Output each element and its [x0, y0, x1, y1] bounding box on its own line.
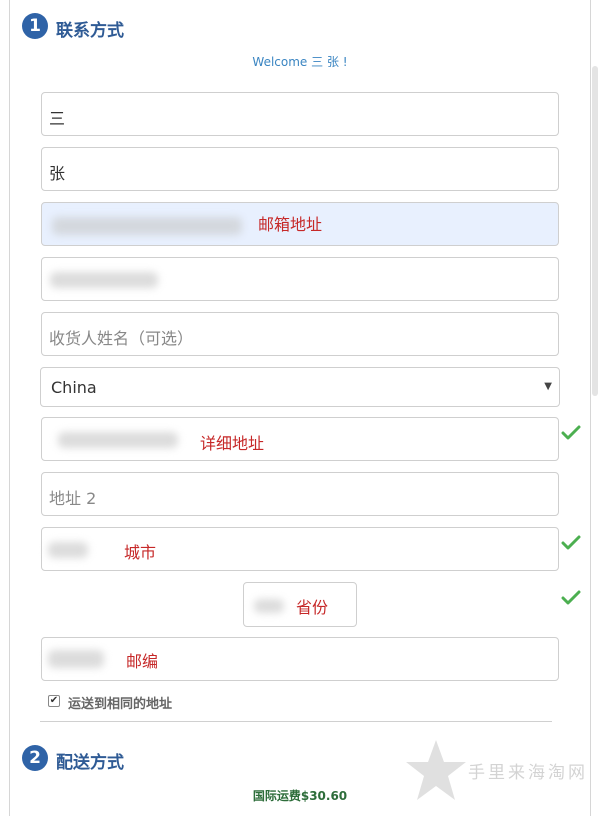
watermark: 手里来海淘网: [398, 738, 598, 808]
checkmark-icon: [561, 425, 581, 440]
phone-field[interactable]: [41, 257, 559, 301]
zip-code-field[interactable]: 邮编: [41, 637, 559, 681]
step-2-badge: 2: [22, 745, 48, 771]
last-name-field[interactable]: 张: [41, 147, 559, 191]
step-1-badge: 1: [22, 13, 48, 39]
welcome-message: Welcome 三 张 !: [252, 55, 348, 69]
contact-section-title: 联系方式: [56, 21, 124, 41]
city-note: 城市: [124, 543, 157, 562]
frame-left-border: [9, 0, 10, 816]
recipient-name-placeholder: 收货人姓名（可选）: [49, 329, 194, 348]
star-icon: [406, 740, 466, 800]
watermark-text: 手里来海淘网: [468, 763, 588, 783]
recipient-name-field[interactable]: 收货人姓名（可选）: [41, 312, 559, 356]
province-redacted: [254, 599, 284, 613]
address-note: 详细地址: [200, 434, 265, 453]
province-note: 省份: [296, 598, 329, 617]
checkmark-icon: [561, 590, 581, 605]
city-field[interactable]: 城市: [41, 527, 559, 571]
email-note: 邮箱地址: [258, 215, 323, 234]
city-redacted: [48, 542, 88, 558]
same-address-checkbox[interactable]: ✔: [48, 695, 60, 707]
address-line1-field[interactable]: 详细地址: [41, 417, 559, 461]
email-field[interactable]: 邮箱地址: [41, 202, 559, 246]
address-line2-placeholder: 地址 2: [49, 489, 97, 508]
frame-right-border: [590, 0, 591, 816]
same-address-label: 运送到相同的地址: [68, 697, 173, 712]
last-name-value: 张: [49, 164, 66, 183]
country-select[interactable]: China ▼: [40, 367, 560, 407]
checkout-page: 1 联系方式 Welcome 三 张 ! 三 张 邮箱地址 收货人姓名（可选） …: [0, 0, 600, 816]
address-redacted: [58, 432, 178, 448]
country-value: China: [51, 378, 97, 397]
scrollbar-thumb[interactable]: [592, 66, 598, 396]
triangle-down-icon: ▼: [544, 381, 552, 392]
first-name-field[interactable]: 三: [41, 92, 559, 136]
first-name-value: 三: [49, 109, 66, 128]
address-line2-field[interactable]: 地址 2: [41, 472, 559, 516]
zip-redacted: [48, 650, 104, 668]
section-divider: [40, 721, 552, 722]
province-select[interactable]: 省份: [243, 582, 357, 627]
shipping-section-title: 配送方式: [56, 753, 124, 773]
zip-note: 邮编: [126, 652, 159, 671]
phone-redacted: [50, 272, 158, 288]
checkmark-icon: [561, 535, 581, 550]
email-redacted: [52, 217, 242, 235]
